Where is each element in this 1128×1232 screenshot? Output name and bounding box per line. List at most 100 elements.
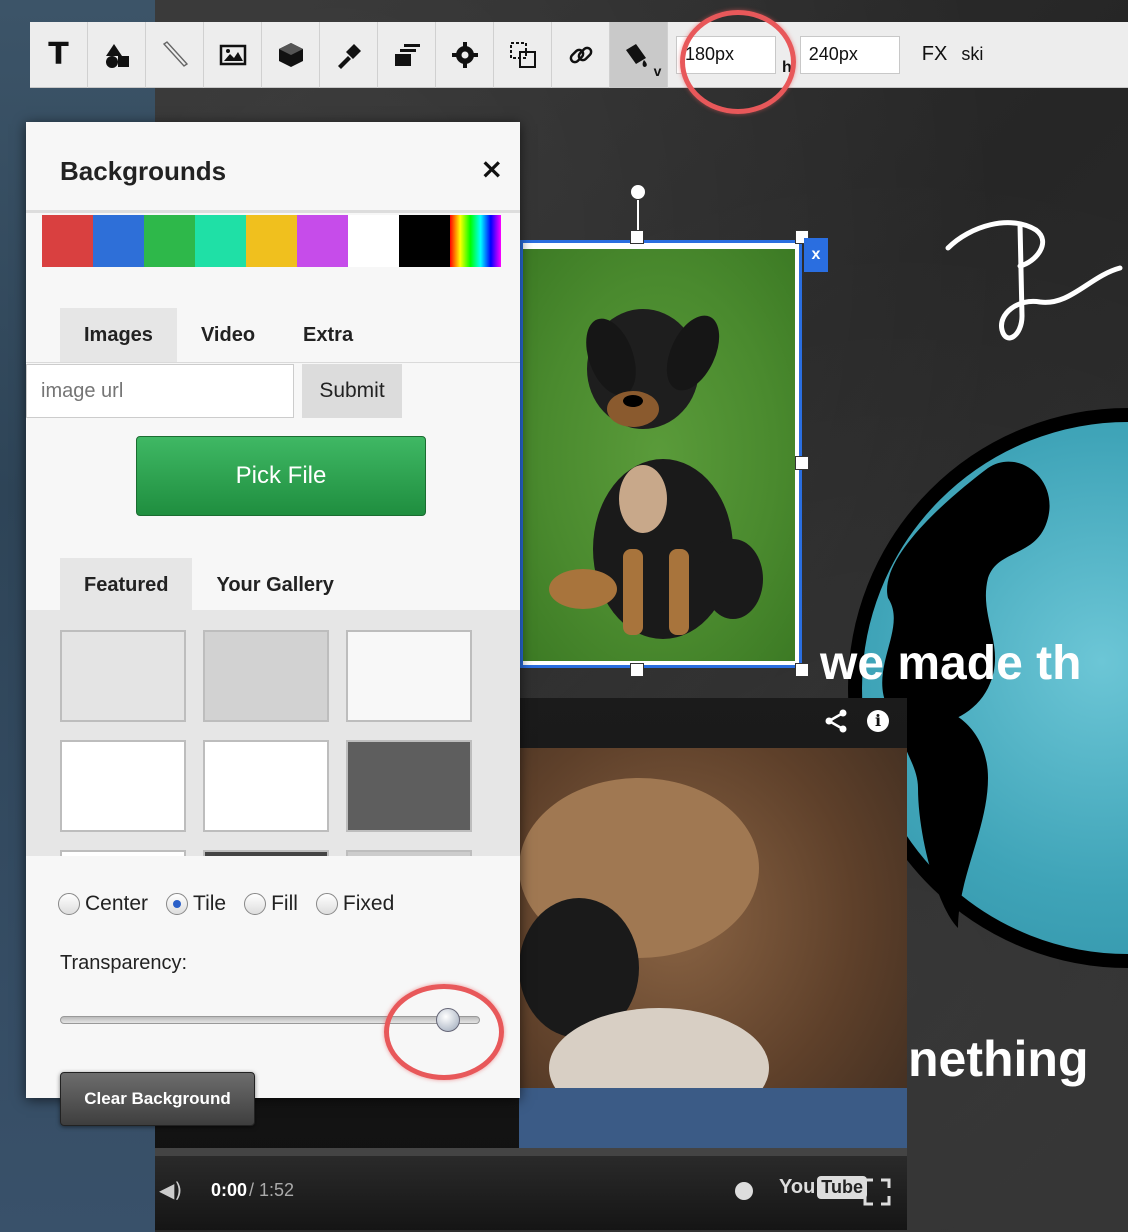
tab-images[interactable]: Images xyxy=(60,308,177,362)
text-tool-glyph: T xyxy=(48,37,69,72)
remove-element-button[interactable]: x xyxy=(804,238,828,272)
tab-extra[interactable]: Extra xyxy=(279,308,377,362)
watch-later-icon[interactable] xyxy=(735,1182,753,1200)
gallery-thumb[interactable] xyxy=(60,850,186,856)
brush-tool-button[interactable] xyxy=(320,21,378,88)
panel-title: Backgrounds xyxy=(60,156,227,186)
radio-fill-label: Fill xyxy=(271,892,298,915)
background-gallery[interactable] xyxy=(26,610,520,856)
puppy-photo xyxy=(523,249,795,661)
color-swatch[interactable] xyxy=(399,215,450,267)
youtube-logo-you: You xyxy=(779,1176,816,1198)
fullscreen-icon[interactable] xyxy=(863,1178,891,1206)
youtube-logo-tube: Tube xyxy=(817,1176,867,1199)
image-url-input[interactable] xyxy=(26,364,294,418)
rotate-handle[interactable] xyxy=(630,184,646,200)
info-icon[interactable]: i xyxy=(867,710,889,732)
top-toolbar: T v 180px h 240px FX ski xyxy=(30,21,1128,88)
skin-button[interactable]: ski xyxy=(961,44,983,65)
script-logo xyxy=(945,220,1123,341)
duplicate-icon xyxy=(509,41,536,68)
color-swatch[interactable] xyxy=(144,215,195,267)
resize-handle-s[interactable] xyxy=(630,663,644,677)
radio-center[interactable]: Center xyxy=(58,892,148,916)
tab-your-gallery[interactable]: Your Gallery xyxy=(192,558,357,612)
color-swatch[interactable] xyxy=(297,215,348,267)
duplicate-tool-button[interactable] xyxy=(494,21,552,88)
gallery-thumb[interactable] xyxy=(203,630,329,722)
volume-icon[interactable]: ◀) xyxy=(159,1178,182,1202)
cube-icon xyxy=(278,42,303,67)
color-swatch[interactable] xyxy=(246,215,297,267)
tabs-divider xyxy=(26,362,520,363)
gallery-thumb[interactable] xyxy=(346,630,472,722)
image-icon xyxy=(219,44,246,65)
position-options: Center Tile Fill Fixed xyxy=(58,892,412,916)
paint-bucket-icon xyxy=(625,43,647,67)
gallery-tabs: Featured Your Gallery xyxy=(60,558,358,612)
radio-fixed-label: Fixed xyxy=(342,892,395,915)
background-tool-submenu: v xyxy=(653,62,662,79)
video-current-time: 0:00 xyxy=(211,1180,248,1200)
color-swatch[interactable] xyxy=(93,215,144,267)
transparency-label: Transparency: xyxy=(60,952,188,974)
color-swatch[interactable] xyxy=(348,215,399,267)
resize-handle-e[interactable] xyxy=(795,456,809,470)
gallery-thumb[interactable] xyxy=(60,740,186,832)
tab-video[interactable]: Video xyxy=(177,308,279,362)
draw-tool-button[interactable] xyxy=(146,21,204,88)
radio-tile-label: Tile xyxy=(193,892,227,915)
tab-featured[interactable]: Featured xyxy=(60,558,193,612)
highlight-ring-slider xyxy=(384,984,504,1080)
color-swatch[interactable] xyxy=(450,215,501,267)
fx-button[interactable]: FX xyxy=(922,43,948,66)
link-tool-button[interactable] xyxy=(552,21,610,88)
radio-center-circle[interactable] xyxy=(58,893,80,915)
radio-fill[interactable]: Fill xyxy=(244,892,298,916)
canvas-headline[interactable]: we made th xyxy=(820,636,1081,691)
radio-tile[interactable]: Tile xyxy=(166,892,226,916)
highlight-ring-background-tool xyxy=(680,10,796,114)
canvas-headline-lower[interactable]: nething xyxy=(908,1030,1089,1088)
radio-fill-circle[interactable] xyxy=(244,893,267,915)
resize-handle-nw[interactable] xyxy=(630,230,644,244)
submit-button[interactable]: Submit xyxy=(302,364,402,418)
panel-divider xyxy=(26,210,520,213)
pick-file-button[interactable]: Pick File xyxy=(136,436,426,516)
image-tool-button[interactable] xyxy=(204,21,262,88)
gallery-thumb[interactable] xyxy=(203,850,329,856)
background-tool-button[interactable]: v xyxy=(610,21,668,88)
color-swatch[interactable] xyxy=(195,215,246,267)
background-type-tabs: Images Video Extra xyxy=(60,308,377,362)
link-icon xyxy=(569,46,592,63)
radio-fixed[interactable]: Fixed xyxy=(315,892,395,916)
selected-image-frame[interactable] xyxy=(520,240,802,668)
color-swatch[interactable] xyxy=(42,215,93,267)
gear-icon xyxy=(451,41,478,68)
layers-icon xyxy=(394,43,420,66)
gallery-thumb[interactable] xyxy=(60,630,186,722)
resize-handle-se[interactable] xyxy=(795,663,809,677)
gallery-thumb[interactable] xyxy=(346,740,472,832)
layers-tool-button[interactable] xyxy=(378,21,436,88)
radio-center-label: Center xyxy=(85,892,149,915)
share-icon[interactable] xyxy=(823,708,849,734)
shapes-tool-button[interactable] xyxy=(88,21,146,88)
widget-tool-button[interactable] xyxy=(262,21,320,88)
height-input[interactable] xyxy=(799,35,900,74)
gallery-thumb[interactable] xyxy=(346,850,472,856)
brush-icon xyxy=(337,43,361,69)
clear-background-button[interactable]: Clear Background xyxy=(60,1072,255,1126)
video-progress-bar[interactable] xyxy=(155,1148,907,1156)
color-swatches xyxy=(42,215,501,267)
radio-fixed-circle[interactable] xyxy=(315,893,338,915)
video-frame xyxy=(519,748,907,1168)
shapes-icon xyxy=(105,43,129,68)
text-tool-button[interactable]: T xyxy=(30,21,88,88)
gallery-thumb[interactable] xyxy=(203,740,329,832)
youtube-logo[interactable]: You Tube xyxy=(779,1176,867,1199)
video-controls: ◀) 0:00 / 1:52 You Tube xyxy=(155,1156,907,1230)
radio-tile-circle[interactable] xyxy=(166,893,189,915)
close-icon[interactable]: × xyxy=(480,152,503,185)
settings-tool-button[interactable] xyxy=(436,21,494,88)
